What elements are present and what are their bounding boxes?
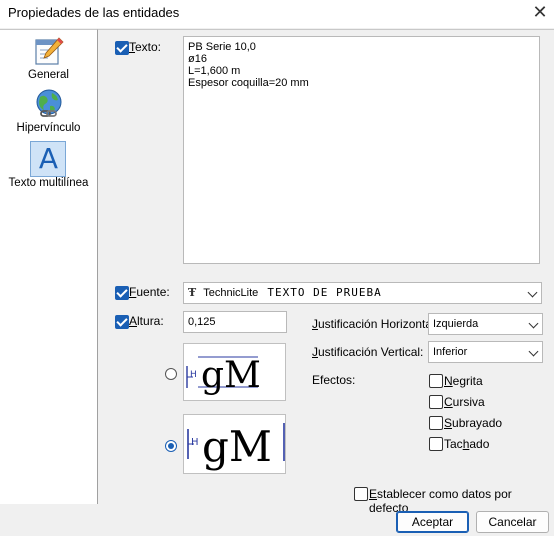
- globe-link-icon: [36, 89, 61, 117]
- preview-option-2-radio[interactable]: [165, 440, 177, 452]
- sidebar-item-label: Texto multilínea: [8, 177, 89, 189]
- altura-input[interactable]: 0,125: [183, 311, 287, 333]
- height-marker: H: [190, 370, 197, 380]
- aceptar-button[interactable]: Aceptar: [396, 511, 469, 533]
- height-marker: H: [191, 437, 199, 448]
- negrita-label: Negrita: [444, 374, 483, 388]
- default-checkbox[interactable]: [354, 487, 368, 501]
- subrayado-checkbox[interactable]: [429, 416, 443, 430]
- fuente-select[interactable]: Ŧ TechnicLite Texto de prueba: [183, 282, 542, 304]
- sidebar-item-hipervinculo[interactable]: Hipervínculo: [0, 88, 97, 134]
- chevron-down-icon: [528, 346, 539, 357]
- truetype-icon: Ŧ: [188, 286, 197, 299]
- preview-glyphs: gM: [201, 355, 261, 396]
- preview-option-2[interactable]: H gM: [183, 414, 286, 474]
- justificacion-horizontal-label: Justificación Horizontal:: [312, 317, 439, 331]
- negrita-checkbox[interactable]: [429, 374, 443, 388]
- texto-label: Texto:: [129, 40, 162, 54]
- preview-glyphs: gM: [202, 422, 272, 471]
- texto-textarea[interactable]: PB Serie 10,0 ø16 L=1,600 m Espesor coqu…: [183, 36, 540, 264]
- justificacion-horizontal-select[interactable]: Izquierda: [428, 313, 543, 335]
- altura-checkbox[interactable]: [115, 315, 129, 329]
- preview-option-1-radio[interactable]: [165, 368, 177, 380]
- pencil-sheet-icon: [34, 37, 64, 65]
- letter-a-icon: A: [38, 142, 59, 175]
- subrayado-label: Subrayado: [444, 416, 503, 430]
- text-preview-small: H gM: [186, 355, 261, 396]
- tachado-label: Tachado: [444, 437, 490, 451]
- sidebar-item-general[interactable]: General: [0, 35, 97, 81]
- close-icon[interactable]: ✕: [530, 2, 550, 22]
- cancelar-button[interactable]: Cancelar: [476, 511, 549, 533]
- texto-checkbox[interactable]: [115, 41, 129, 55]
- altura-label: Altura:: [129, 314, 164, 328]
- font-sample: Texto de prueba: [267, 286, 382, 299]
- efectos-label: Efectos:: [312, 373, 356, 387]
- preview-option-1[interactable]: H gM: [183, 343, 286, 401]
- chevron-down-icon: [528, 318, 539, 329]
- justificacion-vertical-label: Justificación Vertical:: [312, 345, 424, 359]
- chevron-down-icon: [527, 287, 538, 298]
- justificacion-vertical-value: Inferior: [433, 346, 468, 358]
- text-preview-large: H gM: [187, 422, 285, 471]
- sidebar-item-label: Hipervínculo: [16, 122, 81, 134]
- tachado-checkbox[interactable]: [429, 437, 443, 451]
- cursiva-checkbox[interactable]: [429, 395, 443, 409]
- justificacion-vertical-select[interactable]: Inferior: [428, 341, 543, 363]
- sidebar-item-label: General: [28, 69, 69, 81]
- fuente-checkbox[interactable]: [115, 286, 129, 300]
- font-name: TechnicLite: [203, 287, 259, 299]
- fuente-label: Fuente:: [129, 285, 170, 299]
- window-title: Propiedades de las entidades: [8, 5, 180, 20]
- cursiva-label: Cursiva: [444, 395, 485, 409]
- justificacion-horizontal-value: Izquierda: [433, 318, 479, 330]
- sidebar-item-texto-multilinea[interactable]: A Texto multilínea: [0, 142, 97, 190]
